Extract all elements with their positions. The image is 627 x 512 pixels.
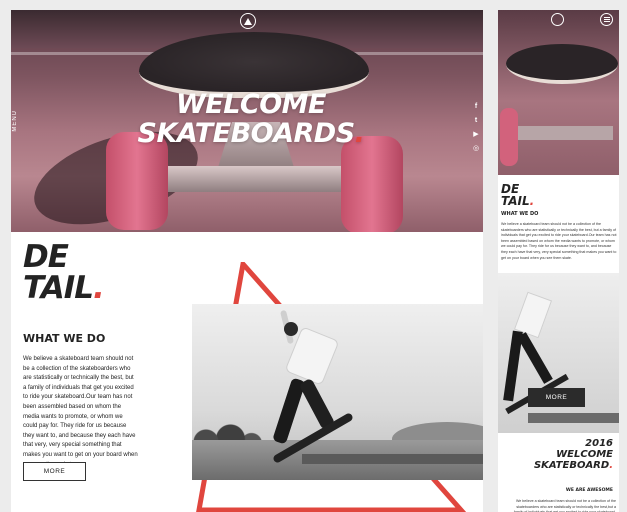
mobile-detail-body-text: We believe a skateboard team should not … <box>501 222 617 260</box>
mobile-hero-truck <box>513 126 613 140</box>
mobile-menu-icon[interactable] <box>600 13 613 26</box>
mobile-page: DE TAIL. WHAT WE DO We believe a skatebo… <box>498 10 619 512</box>
mobile-photo-rail <box>528 413 619 423</box>
detail-heading-dot: . <box>93 270 105 306</box>
mobile-detail-heading-line2: TAIL. <box>501 194 535 208</box>
mockup-canvas: WELCOME SKATEBOARDS. MENU f t ▶ ◎ DE TAI… <box>0 0 627 512</box>
mobile-hero-section <box>498 10 619 175</box>
detail-body-text: We believe a skateboard team should not … <box>23 356 138 468</box>
mobile-more-button[interactable]: MORE <box>528 388 585 407</box>
mobile-awesome-heading: 2016 WELCOME SKATEBOARD. <box>503 438 613 471</box>
facebook-icon[interactable]: f <box>475 103 477 111</box>
hero-title-line2: SKATEBOARDS. <box>137 118 365 149</box>
detail-heading: DE TAIL. <box>23 239 105 306</box>
hero-title: WELCOME SKATEBOARDS. <box>131 90 371 148</box>
hero-title-line1: WELCOME <box>175 89 327 120</box>
desktop-page: WELCOME SKATEBOARDS. MENU f t ▶ ◎ DE TAI… <box>11 10 483 512</box>
mobile-detail-subheading: WHAT WE DO <box>501 211 539 217</box>
mobile-awesome-line3: SKATEBOARD. <box>533 460 613 471</box>
instagram-icon[interactable]: ◎ <box>473 145 479 153</box>
mobile-brand-logo-icon[interactable] <box>551 13 564 26</box>
mobile-detail-heading: DE TAIL. <box>501 183 534 207</box>
twitter-icon[interactable]: t <box>475 117 477 125</box>
mobile-awesome-subheading: WE ARE AWESOME <box>565 488 613 493</box>
detail-heading-line1: DE <box>23 239 69 275</box>
mobile-awesome-body-text: We believe a skateboard team should not … <box>514 499 616 512</box>
brand-logo-icon[interactable] <box>240 13 256 29</box>
hero-section: WELCOME SKATEBOARDS. MENU f t ▶ ◎ <box>11 10 483 232</box>
detail-section: DE TAIL. WHAT WE DO We believe a skatebo… <box>11 232 483 512</box>
photo-rail <box>302 454 483 464</box>
mobile-skater-photo <box>498 273 619 433</box>
mobile-detail-heading-dot: . <box>529 194 535 208</box>
mobile-awesome-line2: WELCOME <box>556 449 613 460</box>
side-menu-label[interactable]: MENU <box>12 110 18 132</box>
hero-wheel-right <box>341 136 403 232</box>
mobile-awesome-line1: 2016 <box>585 438 613 449</box>
youtube-icon[interactable]: ▶ <box>473 131 478 139</box>
mobile-hero-deck <box>506 44 618 84</box>
skater-photo <box>192 304 483 480</box>
hero-title-dot: . <box>354 118 365 149</box>
mobile-hero-wheel <box>500 108 518 166</box>
mobile-photo-leg-right <box>517 332 553 384</box>
detail-heading-line2: TAIL. <box>23 270 105 306</box>
mobile-awesome-dot: . <box>609 460 613 471</box>
social-links: f t ▶ ◎ <box>471 103 481 153</box>
detail-subheading: WHAT WE DO <box>23 332 106 345</box>
more-button[interactable]: MORE <box>23 462 86 481</box>
photo-skater-head <box>284 322 298 336</box>
hero-truck-axle <box>161 166 351 192</box>
